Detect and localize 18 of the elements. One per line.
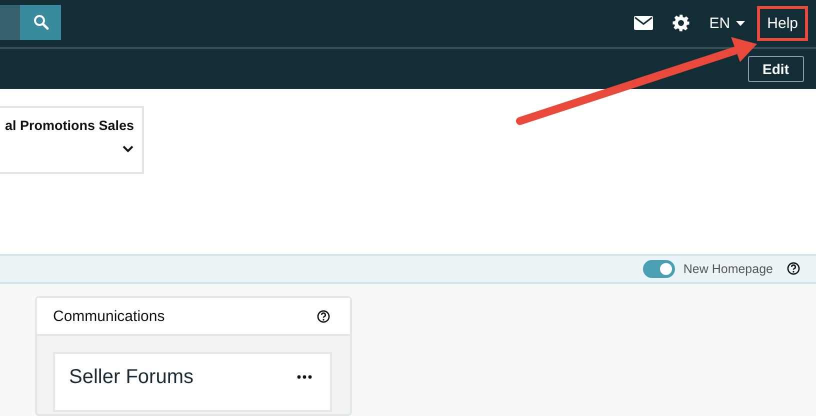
search-field[interactable] (0, 4, 20, 40)
language-dropdown[interactable]: EN (709, 14, 746, 32)
mail-icon[interactable] (634, 16, 654, 30)
toggle-label: New Homepage (683, 262, 773, 276)
toggle-switch[interactable] (643, 260, 676, 278)
caret-icon (736, 20, 746, 26)
edit-button[interactable]: Edit (748, 56, 804, 82)
more-icon[interactable] (297, 375, 312, 379)
help-icon[interactable] (787, 262, 800, 276)
settings-icon[interactable] (672, 14, 690, 32)
chevron-icon[interactable] (122, 145, 134, 153)
help-link[interactable]: Help (757, 6, 808, 41)
tile-title: Seller Forums (69, 366, 194, 388)
search-icon (32, 14, 48, 30)
search-button[interactable] (20, 4, 61, 40)
widget-title: al Promotions Sales (4, 118, 134, 133)
card-title: Communications (53, 308, 165, 324)
help-icon[interactable] (317, 310, 330, 322)
